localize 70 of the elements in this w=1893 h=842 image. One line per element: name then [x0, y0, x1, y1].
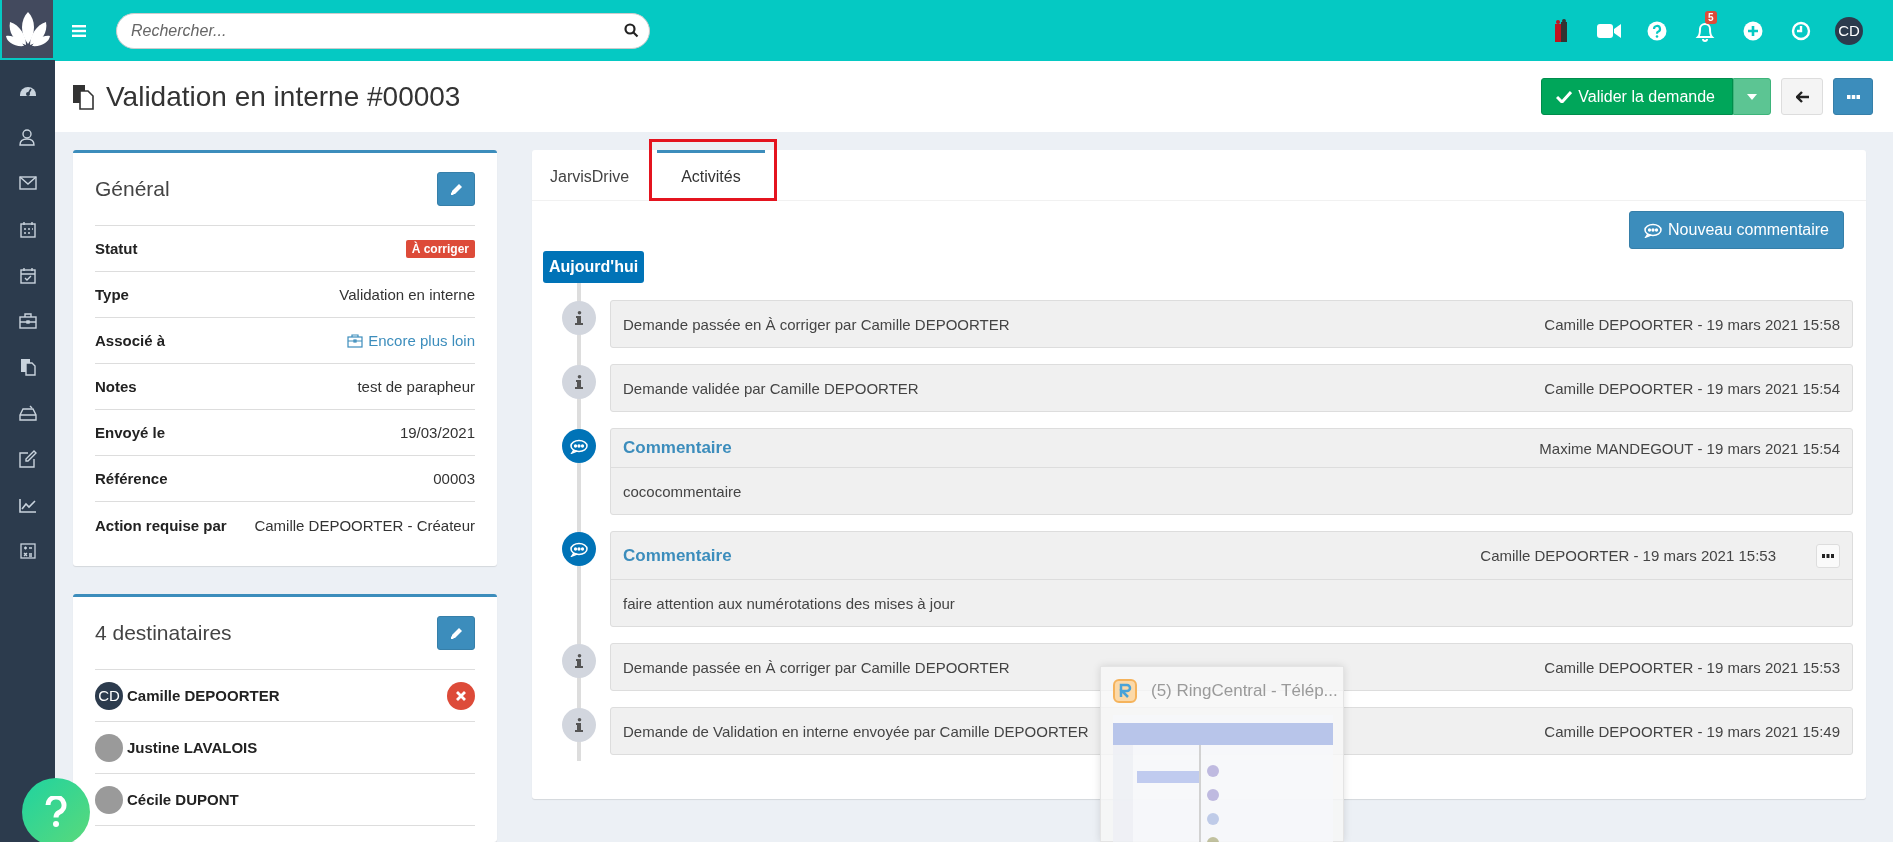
activity-meta: Maxime MANDEGOUT - 19 mars 2021 15:54 — [1539, 439, 1840, 457]
field-value: Validation en interne — [339, 286, 475, 303]
activity-meta: Camille DEPOORTER - 19 mars 2021 15:58 — [1544, 315, 1840, 333]
field-label: Référence — [95, 470, 168, 487]
field-label: Envoyé le — [95, 424, 166, 441]
field-label: Associé à — [95, 332, 166, 349]
status-badge: À corriger — [405, 239, 475, 258]
new-comment-button[interactable]: Nouveau commentaire — [1629, 211, 1844, 249]
comment-icon — [562, 532, 596, 566]
preview-title: (5) RingCentral - Télép... — [1151, 681, 1338, 701]
briefcase-icon — [347, 333, 364, 348]
inbox-tray-icon[interactable] — [18, 405, 37, 421]
speech-bubble-icon — [1644, 222, 1663, 238]
edit-button[interactable] — [437, 172, 475, 206]
day-label: Aujourd'hui — [543, 251, 645, 283]
field-value: 00003 — [433, 470, 475, 487]
app-logo[interactable] — [0, 0, 55, 60]
tab[interactable]: JarvisDrive — [532, 150, 652, 200]
comment-title: Commentaire — [623, 438, 732, 458]
field-label: Type — [95, 286, 129, 303]
activity-text: Demande validée par Camille DEPOORTER — [623, 379, 919, 397]
recipient-name: Cécile DUPONT — [127, 791, 239, 808]
activity-meta: Camille DEPOORTER - 19 mars 2021 15:53 — [1544, 658, 1840, 676]
search-field[interactable]: Rechercher... — [116, 12, 650, 49]
notification-count: 5 — [1705, 10, 1717, 24]
documents-icon — [72, 83, 94, 110]
checkmark-icon — [1556, 90, 1573, 103]
field-label: Notes — [95, 378, 137, 395]
card-title: 4 destinataires — [95, 621, 232, 645]
tab[interactable]: Activités — [657, 150, 765, 200]
ellipsis-icon — [1822, 553, 1834, 558]
search-icon[interactable] — [624, 22, 639, 38]
back-button[interactable] — [1781, 78, 1823, 115]
briefcase-icon[interactable] — [18, 313, 37, 329]
comment-text: cococommentaire — [622, 481, 743, 502]
calculator-icon[interactable] — [19, 543, 36, 559]
documents-icon[interactable] — [19, 358, 36, 376]
activity-meta: Camille DEPOORTER - 19 mars 2021 15:54 — [1544, 379, 1840, 397]
envelope-icon[interactable] — [18, 176, 37, 190]
recipient-name: Justine LAVALOIS — [127, 739, 258, 756]
question-mark-icon — [45, 796, 67, 828]
field-value: Camille DEPOORTER - Créateur — [254, 516, 475, 534]
comment-text: faire attention aux numérotations des mises à jour — [622, 593, 956, 614]
field-label: Statut — [95, 240, 138, 257]
activity-meta: Camille DEPOORTER - 19 mars 2021 15:53 — [1480, 547, 1776, 564]
user-avatar[interactable]: CD — [1835, 16, 1863, 45]
contacts-icon[interactable] — [18, 128, 37, 146]
figures-icon[interactable] — [1554, 18, 1568, 43]
edit-icon[interactable] — [18, 450, 37, 468]
activity-text: Demande passée en À corriger par Camille DEPOORTER — [623, 315, 1010, 333]
associated-link[interactable]: Encore plus loin — [368, 332, 475, 349]
field-value: test de parapheur — [357, 378, 475, 395]
dropdown-toggle[interactable] — [1733, 78, 1771, 115]
pencil-icon — [449, 182, 463, 196]
card-title: Général — [95, 177, 170, 201]
field-label: Action requise par — [95, 516, 227, 534]
page-title: Validation en interne #00003 — [106, 80, 461, 113]
activity-meta: Camille DEPOORTER - 19 mars 2021 15:49 — [1544, 722, 1840, 740]
recipient-name: Camille DEPOORTER — [127, 687, 280, 704]
activity-text: Demande passée en À corriger par Camille DEPOORTER — [623, 658, 1010, 676]
ellipsis-icon — [1846, 94, 1860, 99]
field-value: 19/03/2021 — [399, 424, 475, 441]
comment-icon — [562, 429, 596, 463]
comment-title: Commentaire — [623, 545, 732, 566]
arrow-left-icon — [1795, 90, 1809, 103]
chart-icon[interactable] — [18, 497, 37, 513]
calendar-icon[interactable] — [19, 220, 36, 238]
activity-text: Demande de Validation en interne envoyée par Camille DEPOORTER — [623, 722, 1089, 740]
calendar-check-icon[interactable] — [19, 266, 36, 284]
caret-icon — [1747, 93, 1757, 100]
